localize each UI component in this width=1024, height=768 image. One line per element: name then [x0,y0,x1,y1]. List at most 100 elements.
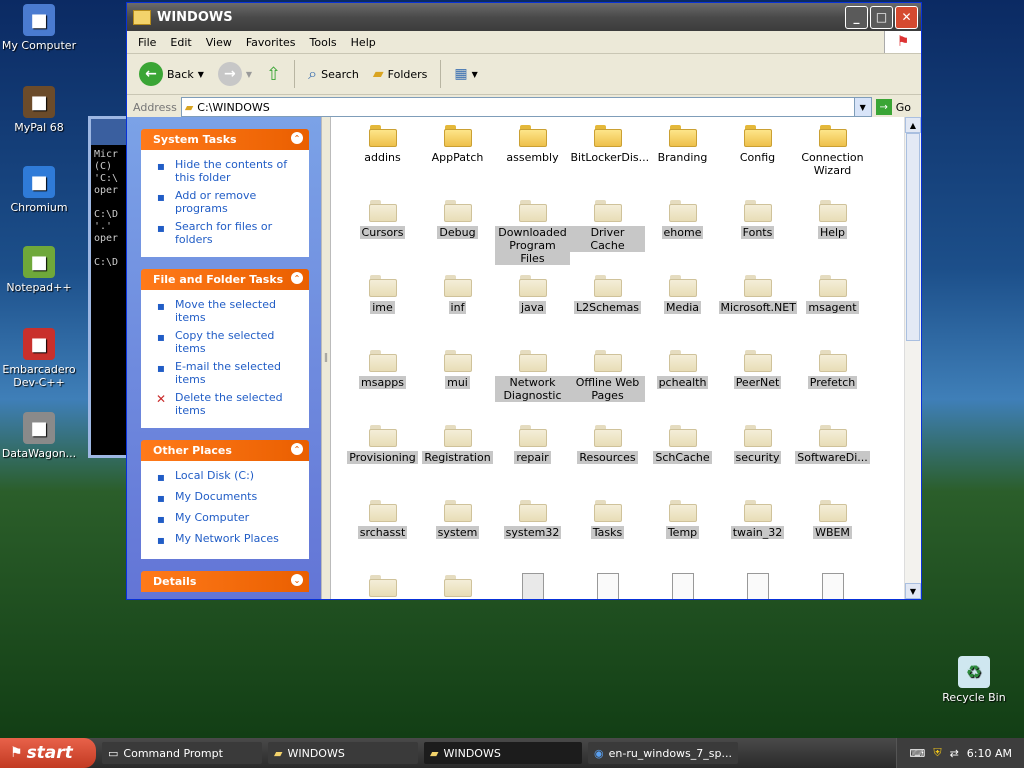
file-item[interactable]: msapps [345,348,420,423]
task-link[interactable]: ▪ Move the selected items [153,298,303,324]
taskbar-button[interactable]: ▭ Command Prompt [102,742,262,764]
file-item[interactable]: repair [495,423,570,498]
task-link[interactable]: ▪ Local Disk (C:) [153,469,303,485]
scroll-up-icon[interactable]: ▲ [905,117,921,133]
menu-tools[interactable]: Tools [303,36,344,49]
file-item[interactable]: Network Diagnostic [495,348,570,423]
file-item[interactable] [420,573,495,599]
file-view[interactable]: addins AppPatch assembly BitLockerDis... Bra… [331,117,921,599]
file-item[interactable] [495,573,570,599]
forward-dropdown-icon[interactable]: ▼ [246,70,252,79]
menu-help[interactable]: Help [344,36,383,49]
desktop-icon[interactable]: ■ DataWagon... [0,412,78,460]
file-item[interactable]: Prefetch [795,348,870,423]
task-link[interactable]: ▪ Search for files or folders [153,220,303,246]
scroll-thumb[interactable] [906,133,920,341]
details-header[interactable]: Details ⌄ [141,571,309,592]
file-item[interactable]: Driver Cache [570,198,645,273]
file-item[interactable]: Microsoft.NET [718,273,797,348]
task-link[interactable]: ▪ Add or remove programs [153,189,303,215]
file-item[interactable]: assembly [495,123,570,198]
collapse-icon[interactable]: ⌃ [291,132,303,144]
task-link[interactable]: ▪ My Documents [153,490,303,506]
file-item[interactable]: WBEM [795,498,870,573]
other-places-header[interactable]: Other Places ⌃ [141,440,309,461]
file-item[interactable]: PeerNet [720,348,795,423]
task-link[interactable]: ▪ My Network Places [153,532,303,548]
task-link[interactable]: ▪ My Computer [153,511,303,527]
file-item[interactable] [570,573,645,599]
file-tasks-header[interactable]: File and Folder Tasks ⌃ [141,269,309,290]
collapse-icon[interactable]: ⌃ [291,272,303,284]
menu-view[interactable]: View [199,36,239,49]
file-item[interactable]: Provisioning [345,423,420,498]
file-item[interactable]: SchCache [645,423,720,498]
folders-button[interactable]: ▰ Folders [369,64,432,84]
go-button[interactable]: → Go [875,99,911,115]
file-item[interactable]: L2Schemas [570,273,645,348]
file-item[interactable]: Connection Wizard [795,123,870,198]
address-dropdown-icon[interactable]: ▼ [853,98,871,116]
task-link[interactable]: ▪ Hide the contents of this folder [153,158,303,184]
file-item[interactable]: system [420,498,495,573]
desktop-icon[interactable]: ■ Chromium [0,166,78,214]
file-item[interactable]: pchealth [645,348,720,423]
file-item[interactable]: ehome [645,198,720,273]
close-button[interactable]: ✕ [895,5,918,29]
task-link[interactable]: ▪ Copy the selected items [153,329,303,355]
file-item[interactable]: addins [345,123,420,198]
back-button[interactable]: ← Back ▼ [135,60,208,88]
file-item[interactable]: Resources [570,423,645,498]
file-item[interactable] [720,573,795,599]
file-item[interactable]: Config [720,123,795,198]
file-item[interactable]: msagent [795,273,870,348]
address-input[interactable]: ▰ C:\WINDOWS ▼ [180,97,872,117]
views-button[interactable]: ▦ ▼ [450,64,481,84]
title-bar[interactable]: WINDOWS _ □ ✕ [127,3,921,31]
explorer-window[interactable]: WINDOWS _ □ ✕ File Edit View Favorites T… [126,2,922,600]
up-button[interactable]: ⇧ [262,62,285,87]
file-item[interactable]: security [720,423,795,498]
forward-button[interactable]: → ▼ [214,60,256,88]
taskbar-button[interactable]: ◉ en-ru_windows_7_sp... [588,742,738,764]
file-item[interactable]: inf [420,273,495,348]
file-item[interactable] [795,573,870,599]
file-item[interactable]: Tasks [570,498,645,573]
network-icon[interactable]: ⇄ [950,747,959,760]
taskbar-button[interactable]: ▰ WINDOWS [268,742,418,764]
file-item[interactable]: BitLockerDis... [570,123,649,198]
file-item[interactable]: srchasst [345,498,420,573]
search-button[interactable]: ⌕ Search [304,62,363,86]
desktop-icon[interactable]: ■ MyPal 68 [0,86,78,134]
scroll-down-icon[interactable]: ▼ [905,583,921,599]
vertical-scrollbar[interactable]: ▲ ▼ [904,117,921,599]
file-item[interactable] [645,573,720,599]
security-shield-icon[interactable]: ⛨ [933,746,941,760]
menu-favorites[interactable]: Favorites [239,36,303,49]
console-titlebar[interactable] [91,119,131,145]
file-item[interactable]: Debug [420,198,495,273]
pane-splitter[interactable]: ‖ [321,117,331,599]
minimize-button[interactable]: _ [845,5,868,29]
maximize-button[interactable]: □ [870,5,893,29]
start-button[interactable]: ⚑ start [0,738,96,768]
taskbar-button[interactable]: ▰ WINDOWS [424,742,582,764]
desktop-icon[interactable]: ■ My Computer [0,4,78,52]
desktop-icon[interactable]: ■ Notepad++ [0,246,78,294]
task-link[interactable]: ▪ E-mail the selected items [153,360,303,386]
file-item[interactable]: Fonts [720,198,795,273]
expand-icon[interactable]: ⌄ [291,574,303,586]
file-item[interactable]: SoftwareDi... [795,423,870,498]
menu-edit[interactable]: Edit [163,36,198,49]
file-item[interactable]: mui [420,348,495,423]
file-item[interactable]: AppPatch [420,123,495,198]
file-item[interactable]: Help [795,198,870,273]
system-tasks-header[interactable]: System Tasks ⌃ [141,129,309,150]
clock[interactable]: 6:10 AM [967,747,1012,760]
keyboard-icon[interactable]: ⌨ [909,747,925,760]
file-item[interactable]: java [495,273,570,348]
file-item[interactable]: Registration [420,423,495,498]
file-item[interactable]: twain_32 [720,498,795,573]
back-dropdown-icon[interactable]: ▼ [198,70,204,79]
file-item[interactable]: Cursors [345,198,420,273]
